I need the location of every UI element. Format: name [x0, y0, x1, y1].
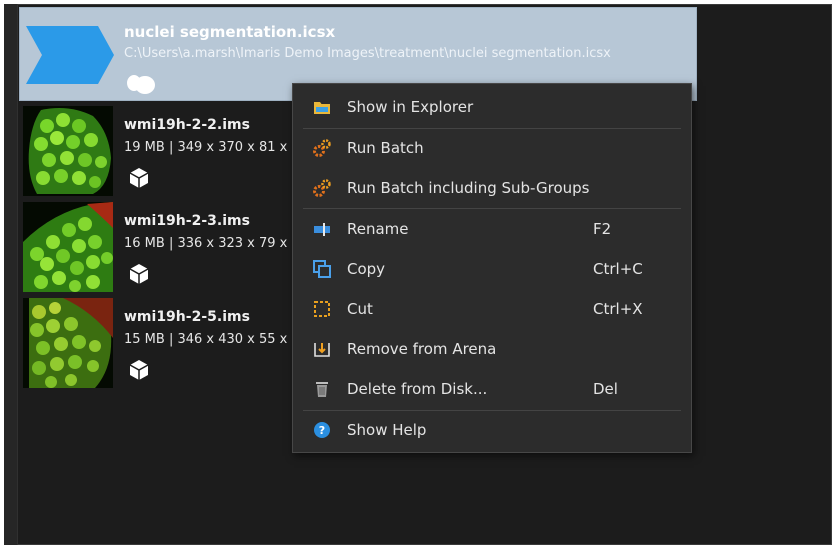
- menu-item-shortcut: F2: [593, 220, 612, 238]
- cut-icon: [314, 301, 330, 317]
- menu-item-run-batch[interactable]: Run Batch: [293, 131, 691, 165]
- file-row[interactable]: wmi19h-2-5.ims 15 MB | 346 x 430 x 55 x: [19, 296, 309, 390]
- menu-item-label: Run Batch including Sub-Groups: [347, 179, 590, 197]
- menu-item-label: Delete from Disk...: [347, 380, 488, 398]
- cube-icon: [129, 360, 149, 380]
- file-meta: 15 MB | 346 x 430 x 55 x: [124, 332, 288, 347]
- folder-icon: [314, 102, 330, 114]
- file-name: wmi19h-2-3.ims: [124, 213, 250, 229]
- menu-item-show-in-explorer[interactable]: Show in Explorer: [293, 90, 691, 124]
- context-menu: Show in Explorer Run Batch Run Batch inc…: [292, 83, 692, 453]
- file-row[interactable]: wmi19h-2-3.ims 16 MB | 336 x 323 x 79 x: [19, 200, 309, 294]
- menu-item-rename[interactable]: Rename F2: [293, 212, 691, 246]
- menu-item-copy[interactable]: Copy Ctrl+C: [293, 252, 691, 286]
- group-arrow-icon: [26, 26, 114, 84]
- thumbnail-image: [23, 106, 113, 196]
- rename-icon: [314, 223, 330, 236]
- menu-item-label: Show in Explorer: [347, 98, 474, 116]
- menu-item-delete-from-disk[interactable]: Delete from Disk... Del: [293, 372, 691, 406]
- file-row[interactable]: wmi19h-2-2.ims 19 MB | 349 x 370 x 81 x: [19, 104, 309, 198]
- file-meta: 19 MB | 349 x 370 x 81 x: [124, 140, 288, 155]
- svg-text:?: ?: [319, 424, 325, 437]
- file-meta: 16 MB | 336 x 323 x 79 x: [124, 236, 288, 251]
- file-name: wmi19h-2-2.ims: [124, 117, 250, 133]
- cube-icon: [129, 168, 149, 188]
- menu-item-cut[interactable]: Cut Ctrl+X: [293, 292, 691, 326]
- cube-icon: [129, 264, 149, 284]
- menu-item-shortcut: Ctrl+C: [593, 260, 643, 278]
- menu-item-label: Run Batch: [347, 139, 424, 157]
- remove-icon: [314, 343, 330, 357]
- copy-icon: [313, 260, 331, 278]
- cells-icon: [127, 75, 155, 94]
- menu-separator: [303, 128, 681, 129]
- menu-item-label: Remove from Arena: [347, 340, 497, 358]
- menu-item-label: Rename: [347, 220, 409, 238]
- menu-separator: [303, 208, 681, 209]
- menu-item-shortcut: Del: [593, 380, 618, 398]
- file-name: wmi19h-2-5.ims: [124, 309, 250, 325]
- group-title: nuclei segmentation.icsx: [124, 23, 336, 41]
- thumbnail-image: [23, 202, 113, 292]
- thumbnail-image: [23, 298, 113, 388]
- menu-item-show-help[interactable]: ? Show Help: [293, 413, 691, 447]
- trash-icon: [316, 382, 328, 397]
- help-icon: ?: [314, 422, 330, 438]
- gears-icon: [313, 179, 331, 197]
- menu-item-label: Show Help: [347, 421, 427, 439]
- group-path: C:\Users\a.marsh\Imaris Demo Images\trea…: [124, 46, 611, 61]
- gears-icon: [313, 139, 331, 157]
- menu-item-run-batch-subgroups[interactable]: Run Batch including Sub-Groups: [293, 171, 691, 205]
- left-scroll-strip[interactable]: [4, 4, 18, 545]
- menu-item-shortcut: Ctrl+X: [593, 300, 643, 318]
- menu-item-label: Cut: [347, 300, 373, 318]
- menu-item-label: Copy: [347, 260, 386, 278]
- menu-separator: [303, 410, 681, 411]
- menu-item-remove-from-arena[interactable]: Remove from Arena: [293, 332, 691, 366]
